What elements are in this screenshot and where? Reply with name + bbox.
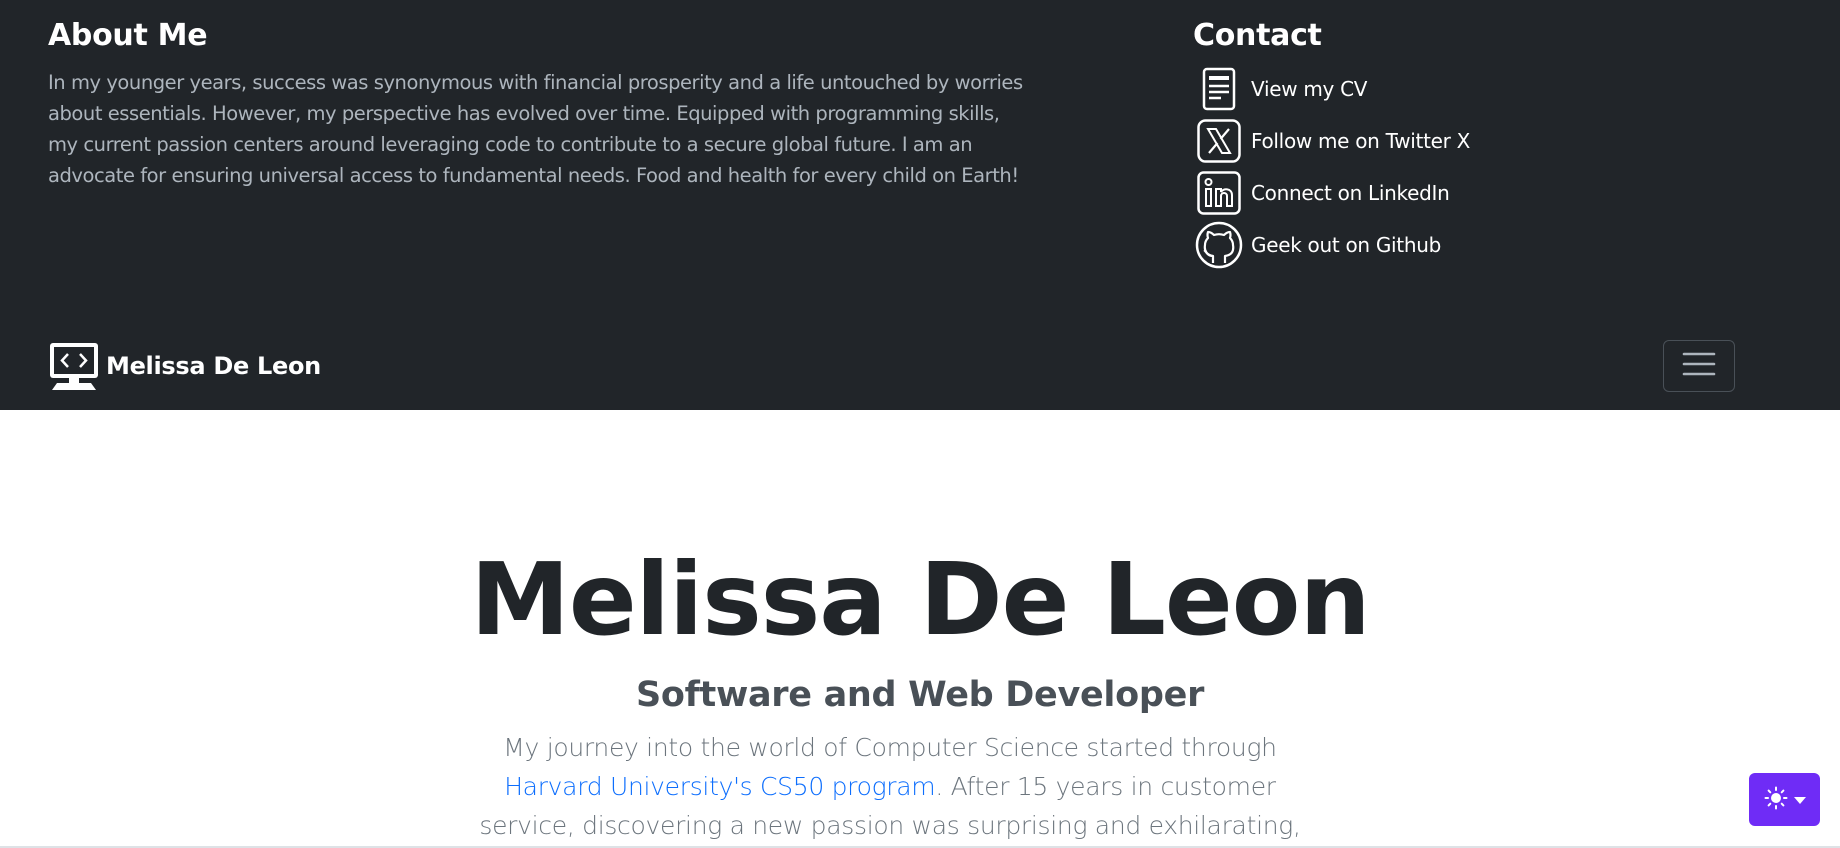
brand-label: Melissa De Leon: [106, 352, 321, 380]
twitter-x-icon: [1195, 117, 1243, 165]
contact-label-github: Geek out on Github: [1251, 233, 1441, 257]
navbar-brand[interactable]: Melissa De Leon: [48, 340, 321, 392]
document-icon: [1195, 65, 1243, 113]
theme-toggle-button[interactable]: [1749, 773, 1820, 826]
contact-label-twitter: Follow me on Twitter X: [1251, 129, 1470, 153]
linkedin-icon: [1195, 169, 1243, 217]
navbar: Melissa De Leon: [0, 336, 1840, 410]
contact-label-cv: View my CV: [1251, 77, 1368, 101]
hero-subtitle: Software and Web Developer: [635, 675, 1205, 715]
cs50-link[interactable]: Harvard University's CS50 program: [504, 772, 935, 801]
contact-link-github[interactable]: Geek out on Github: [1193, 219, 1613, 271]
about-text: In my younger years, success was synonym…: [48, 71, 1023, 187]
contact-link-twitter[interactable]: Follow me on Twitter X: [1193, 115, 1613, 167]
hero-title: Melissa De Leon: [470, 541, 1370, 658]
sun-icon: [1764, 786, 1788, 814]
hero-section: Melissa De Leon Software and Web Develop…: [0, 410, 1840, 848]
offcanvas-top-panel: About Me In my younger years, success wa…: [0, 0, 1840, 410]
contact-link-cv[interactable]: View my CV: [1193, 63, 1613, 115]
contact-link-linkedin[interactable]: Connect on LinkedIn: [1193, 167, 1613, 219]
contact-list: View my CV Follow me on Twitter X Connec…: [1193, 63, 1613, 271]
caret-down-icon: [1793, 790, 1806, 809]
hamburger-icon: [1682, 350, 1716, 382]
contact-heading: Contact: [1193, 18, 1322, 53]
about-heading: About Me: [48, 18, 208, 53]
hero-intro-text: My journey into the world of Computer Sc…: [460, 728, 1320, 848]
hero-text-start: My journey into the world of Computer Sc…: [503, 733, 1277, 762]
about-section: About Me In my younger years, success wa…: [48, 18, 1028, 191]
github-icon: [1195, 221, 1243, 269]
contact-label-linkedin: Connect on LinkedIn: [1251, 181, 1450, 205]
navbar-toggler-button[interactable]: [1663, 340, 1735, 392]
code-monitor-icon: [48, 340, 100, 392]
contact-section: Contact View my CV Follow me on Twitter …: [1193, 18, 1613, 271]
